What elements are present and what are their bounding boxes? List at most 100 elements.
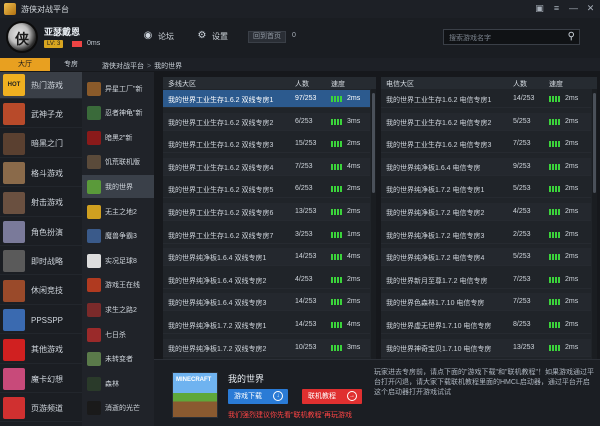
- table-row[interactable]: 我的世界工业生存1.6.2 电信专房2 5/253 2ms: [381, 112, 591, 131]
- column-header-speed[interactable]: 速度: [331, 79, 345, 89]
- category-item[interactable]: 即时战略: [0, 248, 82, 276]
- category-item[interactable]: 角色扮演: [0, 219, 82, 246]
- table-row[interactable]: 我的世界新月至尊1.7.2 电信专房 7/253 2ms: [381, 271, 591, 289]
- column-header-players[interactable]: 人数: [513, 79, 527, 89]
- search-icon[interactable]: ⚲: [568, 31, 575, 42]
- table-row[interactable]: 我的世界工业生存1.6.2 双线专房7 3/253 1ms: [163, 226, 370, 244]
- game-label: 游戏王在线: [105, 282, 140, 290]
- game-list-item[interactable]: 忍者神龟"新: [82, 102, 154, 125]
- download-button[interactable]: 游戏下载 ↓: [228, 389, 288, 404]
- table-row[interactable]: 我的世界纯净板1.7.2 电信专房4 5/253 2ms: [381, 248, 591, 267]
- category-label: 角色扮演: [31, 227, 63, 237]
- game-list-item[interactable]: 未转变者: [82, 348, 154, 371]
- search-input[interactable]: 搜索游戏名字: [449, 33, 491, 43]
- game-list-item[interactable]: 我的世界: [82, 175, 154, 199]
- table-row[interactable]: 我的世界神奇宝贝1.7.10 电信专房 13/253 2ms: [381, 338, 591, 357]
- tab-private-rooms[interactable]: 专房: [50, 58, 92, 71]
- table-row[interactable]: 我的世界色森林1.7.10 电信专房 7/253 2ms: [381, 293, 591, 312]
- game-label: 森林: [105, 380, 119, 388]
- category-item[interactable]: 休闲竞技: [0, 278, 82, 305]
- game-list-item[interactable]: 游戏王在线: [82, 274, 154, 297]
- speed-value: 2ms: [565, 275, 579, 283]
- table-row[interactable]: 我的世界纯净板1.7.2 电信专房2 4/253 2ms: [381, 203, 591, 221]
- shooting-icon: [3, 191, 25, 214]
- forum-button[interactable]: ◉ 论坛: [142, 30, 174, 42]
- skin-icon[interactable]: ▣: [534, 3, 545, 14]
- breadcrumb: 游侠对战平台 > 我的世界: [102, 63, 183, 70]
- player-count: 3/253: [295, 230, 313, 238]
- category-item[interactable]: HOT 热门游戏: [0, 72, 82, 99]
- table-row[interactable]: 我的世界工业生存1.6.2 双线专房1 97/253 2ms: [163, 90, 370, 108]
- column-header-name[interactable]: 电信大区: [386, 79, 414, 89]
- table-row[interactable]: 我的世界纯净板1.7.2 双线专房2 10/253 3ms: [163, 338, 370, 357]
- table-row[interactable]: 我的世界工业生存1.6.2 电信专房1 14/253 2ms: [381, 90, 591, 108]
- column-header-players[interactable]: 人数: [295, 79, 309, 89]
- category-item[interactable]: 页游频道: [0, 395, 82, 423]
- game-info-bar: MINECRAFT 我的世界 游戏下载 ↓ 联机教程 → 我们强烈建议你先看"联…: [154, 359, 600, 426]
- tab-lobby[interactable]: 大厅: [0, 58, 50, 71]
- game-list-item[interactable]: 魔兽争霸3: [82, 225, 154, 248]
- menu-icon[interactable]: ≡: [551, 3, 562, 14]
- category-item[interactable]: PPSSPP: [0, 307, 82, 335]
- vip-flag-icon: [72, 41, 82, 47]
- player-count: 14/253: [295, 298, 317, 306]
- table-row[interactable]: 我的世界纯净板1.6.4 双线专房3 14/253 2ms: [163, 293, 370, 312]
- game-list-item[interactable]: 暗黑2"新: [82, 126, 154, 149]
- scrollbar[interactable]: [371, 89, 376, 359]
- game-list-item[interactable]: 实况足球8: [82, 249, 154, 272]
- game-list-item[interactable]: 无主之地2: [82, 200, 154, 223]
- settings-button[interactable]: ⚙ 设置: [196, 30, 228, 42]
- server-name: 我的世界工业生存1.6.2 双线专房7: [168, 232, 274, 240]
- column-header-name[interactable]: 多线大区: [168, 79, 196, 89]
- table-header: 电信大区 人数 速度: [381, 77, 597, 89]
- server-name: 我的世界纯净板1.6.4 双线专房1: [168, 255, 267, 263]
- game-list-item[interactable]: 饥荒联机版: [82, 151, 154, 174]
- game-list-item[interactable]: 森林: [82, 372, 154, 395]
- table-row[interactable]: 我的世界纯净板1.6.4 电信专房 9/253 2ms: [381, 157, 591, 176]
- category-item[interactable]: 其他游戏: [0, 337, 82, 364]
- table-row[interactable]: 我的世界纯净板1.7.2 电信专房1 5/253 2ms: [381, 180, 591, 199]
- table-row[interactable]: 我的世界纯净板1.7.2 双线专房1 14/253 4ms: [163, 316, 370, 334]
- game-list-item[interactable]: 七日杀: [82, 323, 154, 346]
- category-label: 其他游戏: [31, 345, 63, 355]
- breadcrumb-root[interactable]: 游侠对战平台: [102, 63, 144, 70]
- table-row[interactable]: 我的世界工业生存1.6.2 双线专房6 13/253 2ms: [163, 203, 370, 221]
- table-row[interactable]: 我的世界虚无世界1.7.10 电信专房 8/253 2ms: [381, 316, 591, 334]
- close-icon[interactable]: ✕: [585, 3, 596, 14]
- table-row[interactable]: 我的世界工业生存1.6.2 双线专房4 7/253 4ms: [163, 157, 370, 176]
- game-list-item[interactable]: 异星工厂"新: [82, 77, 154, 100]
- speed-value: 2ms: [347, 298, 361, 306]
- category-item[interactable]: 格斗游戏: [0, 160, 82, 188]
- category-item[interactable]: 暗黑之门: [0, 131, 82, 158]
- table-row[interactable]: 我的世界工业生存1.6.2 双线专房3 15/253 2ms: [163, 135, 370, 154]
- server-name: 我的世界虚无世界1.7.10 电信专房: [386, 323, 492, 330]
- category-label: 格斗游戏: [31, 168, 63, 178]
- game-list-item[interactable]: 求生之路2: [82, 298, 154, 321]
- back-home-button[interactable]: 回到首页: [248, 31, 286, 43]
- scrollbar[interactable]: [592, 89, 597, 359]
- table-row[interactable]: 我的世界工业生存1.6.2 电信专房3 7/253 2ms: [381, 135, 591, 154]
- speed-value: 2ms: [347, 140, 361, 148]
- table-row[interactable]: 我的世界工业生存1.6.2 双线专房5 6/253 2ms: [163, 180, 370, 199]
- game-thumbnail: MINECRAFT: [172, 372, 218, 418]
- server-name: 我的世界工业生存1.6.2 电信专房3: [386, 142, 492, 150]
- minimize-icon[interactable]: —: [568, 3, 579, 14]
- avatar[interactable]: [6, 21, 38, 53]
- ping-value: 0ms: [87, 40, 101, 47]
- table-row[interactable]: 我的世界工业生存1.6.2 双线专房2 6/253 3ms: [163, 112, 370, 131]
- speed-value: 2ms: [347, 95, 361, 102]
- column-header-speed[interactable]: 速度: [549, 79, 563, 89]
- category-item[interactable]: 武神子龙: [0, 101, 82, 129]
- table-row[interactable]: 我的世界纯净板1.7.2 电信专房3 2/253 2ms: [381, 226, 591, 244]
- tutorial-button[interactable]: 联机教程 →: [302, 389, 362, 404]
- table-row[interactable]: 我的世界纯净板1.6.4 双线专房1 14/253 4ms: [163, 248, 370, 267]
- scrollbar-thumb[interactable]: [593, 93, 596, 193]
- tutorial-label: 联机教程: [308, 393, 336, 400]
- scrollbar-thumb[interactable]: [372, 93, 375, 193]
- category-item[interactable]: 魔卡幻想: [0, 366, 82, 393]
- search-box[interactable]: 搜索游戏名字 ⚲: [443, 29, 580, 45]
- category-item[interactable]: 射击游戏: [0, 190, 82, 217]
- borderlands-icon: [87, 204, 101, 219]
- game-list-item[interactable]: 消逝的光芒: [82, 397, 154, 420]
- table-row[interactable]: 我的世界纯净板1.6.4 双线专房2 4/253 2ms: [163, 271, 370, 289]
